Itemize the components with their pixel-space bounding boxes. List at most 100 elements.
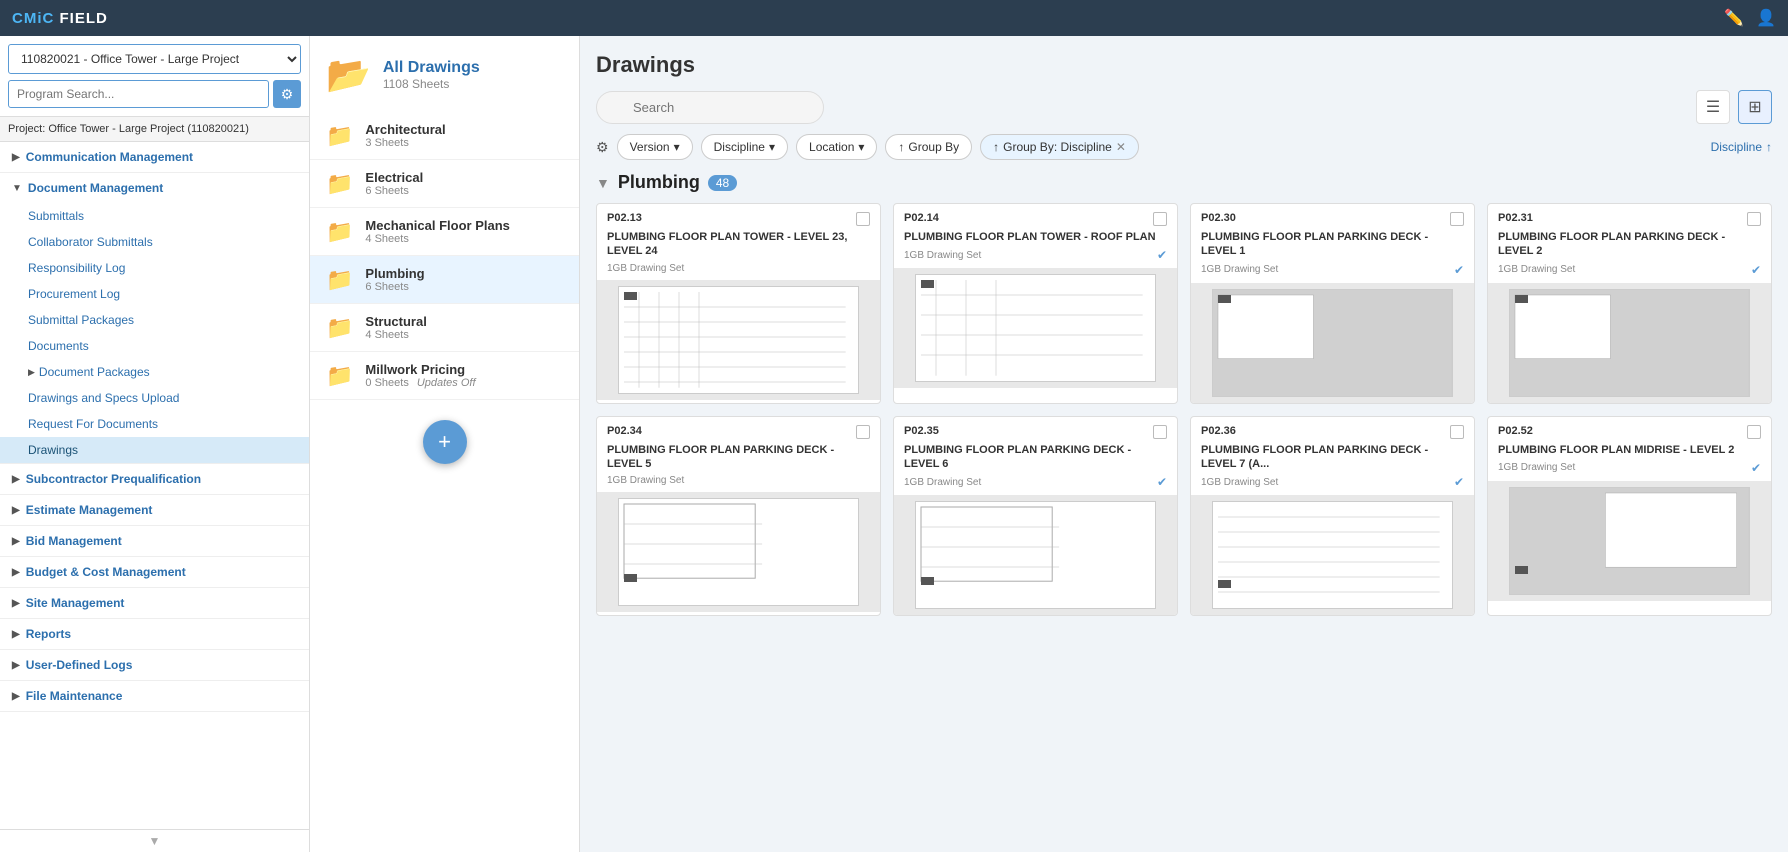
drawing-checkbox[interactable] (1153, 425, 1167, 439)
folder-count: 0 Sheets (365, 377, 408, 389)
sidebar-nav: ▶ Communication Management ▼ Document Ma… (0, 142, 309, 829)
drawing-card[interactable]: P02.14 PLUMBING FLOOR PLAN TOWER - ROOF … (893, 203, 1178, 404)
drawing-thumbnail (597, 492, 880, 612)
drawing-checkbox[interactable] (1153, 212, 1167, 226)
nav-section-budget: ▶ Budget & Cost Management (0, 557, 309, 588)
drawings-item[interactable]: Drawings (0, 437, 309, 463)
arrow-icon: ▶ (12, 691, 20, 702)
chevron-down-icon: ▾ (858, 140, 864, 154)
user-icon[interactable]: 👤 (1756, 8, 1776, 28)
document-packages-item[interactable]: ▶ Document Packages (0, 359, 309, 385)
search-input[interactable] (596, 91, 824, 124)
drawing-card[interactable]: P02.34 PLUMBING FLOOR PLAN PARKING DECK … (596, 416, 881, 617)
drawing-set: 1GB Drawing Set (607, 475, 684, 486)
drawing-card[interactable]: P02.52 PLUMBING FLOOR PLAN MIDRISE - LEV… (1487, 416, 1772, 617)
location-filter-button[interactable]: Location ▾ (796, 134, 877, 160)
drawing-checkbox[interactable] (1450, 425, 1464, 439)
drawing-checkbox[interactable] (1450, 212, 1464, 226)
drawing-card[interactable]: P02.31 PLUMBING FLOOR PLAN PARKING DECK … (1487, 203, 1772, 404)
verified-icon: ✔ (1751, 461, 1761, 475)
nav-section-reports: ▶ Reports (0, 619, 309, 650)
drawing-thumbnail (1191, 495, 1474, 615)
verified-icon: ✔ (1157, 248, 1167, 262)
sidebar-item-label: Estimate Management (26, 503, 153, 517)
documents-item[interactable]: Documents (0, 333, 309, 359)
discipline-sort-button[interactable]: Discipline ↑ (1711, 140, 1772, 154)
remove-group-by-icon[interactable]: ✕ (1116, 140, 1126, 154)
sidebar-item-reports[interactable]: ▶ Reports (0, 619, 309, 649)
drawing-code: P02.14 (904, 212, 939, 224)
list-view-button[interactable]: ☰ (1696, 90, 1730, 124)
folder-icon: 📁 (326, 171, 353, 197)
sidebar-header: 110820021 - Office Tower - Large Project… (0, 36, 309, 117)
drawing-card-header: P02.31 (1488, 204, 1771, 230)
drawing-set: 1GB Drawing Set (904, 250, 981, 261)
version-filter-button[interactable]: Version ▾ (617, 134, 693, 160)
all-drawings-header[interactable]: 📂 All Drawings 1108 Sheets (310, 44, 579, 112)
folder-icon: 📁 (326, 123, 353, 149)
folder-icon: 📁 (326, 267, 353, 293)
procurement-log-item[interactable]: Procurement Log (0, 281, 309, 307)
drawings-specs-upload-item[interactable]: Drawings and Specs Upload (0, 385, 309, 411)
drawing-checkbox[interactable] (856, 425, 870, 439)
settings-button[interactable]: ⚙ (273, 80, 301, 108)
folder-plumbing[interactable]: 📁 Plumbing 6 Sheets (310, 256, 579, 304)
sidebar-item-file-maintenance[interactable]: ▶ File Maintenance (0, 681, 309, 711)
nav-section-bid: ▶ Bid Management (0, 526, 309, 557)
sidebar-item-site[interactable]: ▶ Site Management (0, 588, 309, 618)
grid-view-button[interactable]: ⊞ (1738, 90, 1772, 124)
folder-millwork[interactable]: 📁 Millwork Pricing 0 Sheets Updates Off (310, 352, 579, 400)
folder-name: Electrical (365, 170, 423, 185)
drawing-meta: 1GB Drawing Set ✔ (894, 246, 1177, 268)
drawing-name: PLUMBING FLOOR PLAN PARKING DECK - LEVEL… (1191, 443, 1474, 474)
verified-icon: ✔ (1454, 475, 1464, 489)
sidebar-item-communication[interactable]: ▶ Communication Management (0, 142, 309, 172)
sidebar-item-estimate[interactable]: ▶ Estimate Management (0, 495, 309, 525)
nav-section-subcontractor: ▶ Subcontractor Prequalification (0, 464, 309, 495)
sidebar-footer: ▼ (0, 829, 309, 852)
sidebar-item-label: Site Management (26, 596, 125, 610)
drawing-name: PLUMBING FLOOR PLAN PARKING DECK - LEVEL… (1488, 230, 1771, 261)
drawing-card[interactable]: P02.30 PLUMBING FLOOR PLAN PARKING DECK … (1190, 203, 1475, 404)
collaborator-submittals-item[interactable]: Collaborator Submittals (0, 229, 309, 255)
responsibility-log-item[interactable]: Responsibility Log (0, 255, 309, 281)
search-wrap: 🔍 (596, 91, 1688, 124)
filter-row: ⚙ Version ▾ Discipline ▾ Location ▾ ↑ Gr… (596, 134, 1772, 160)
request-for-documents-item[interactable]: Request For Documents (0, 411, 309, 437)
sidebar-item-label: User-Defined Logs (26, 658, 133, 672)
page-title: Drawings (596, 52, 1772, 78)
drawing-checkbox[interactable] (1747, 425, 1761, 439)
arrow-icon: ▼ (12, 183, 22, 194)
sidebar-item-budget[interactable]: ▶ Budget & Cost Management (0, 557, 309, 587)
drawing-card-header: P02.30 (1191, 204, 1474, 230)
collapse-group-icon[interactable]: ▼ (596, 175, 610, 191)
sidebar-item-bid[interactable]: ▶ Bid Management (0, 526, 309, 556)
drawing-card[interactable]: P02.35 PLUMBING FLOOR PLAN PARKING DECK … (893, 416, 1178, 617)
edit-icon[interactable]: ✏️ (1724, 8, 1744, 28)
sidebar-item-user-logs[interactable]: ▶ User-Defined Logs (0, 650, 309, 680)
sidebar-item-label: Subcontractor Prequalification (26, 472, 201, 486)
sidebar-item-document[interactable]: ▼ Document Management (0, 173, 309, 203)
folder-name: Mechanical Floor Plans (365, 218, 510, 233)
drawing-card[interactable]: P02.36 PLUMBING FLOOR PLAN PARKING DECK … (1190, 416, 1475, 617)
arrow-icon: ▶ (12, 536, 20, 547)
project-dropdown[interactable]: 110820021 - Office Tower - Large Project (8, 44, 301, 74)
folder-structural[interactable]: 📁 Structural 4 Sheets (310, 304, 579, 352)
drawing-card[interactable]: P02.13 PLUMBING FLOOR PLAN TOWER - LEVEL… (596, 203, 881, 404)
folder-mechanical[interactable]: 📁 Mechanical Floor Plans 4 Sheets (310, 208, 579, 256)
group-by-button[interactable]: ↑ Group By (885, 134, 972, 160)
program-search-input[interactable] (8, 80, 269, 108)
topbar-icons: ✏️ 👤 (1724, 8, 1776, 28)
drawing-checkbox[interactable] (856, 212, 870, 226)
submittal-packages-item[interactable]: Submittal Packages (0, 307, 309, 333)
folder-panel: 📂 All Drawings 1108 Sheets 📁 Architectur… (310, 36, 580, 852)
folder-architectural[interactable]: 📁 Architectural 3 Sheets (310, 112, 579, 160)
submittals-item[interactable]: Submittals (0, 203, 309, 229)
sidebar-item-subcontractor[interactable]: ▶ Subcontractor Prequalification (0, 464, 309, 494)
add-drawing-button[interactable]: + (423, 420, 467, 464)
sidebar-item-label: Document Management (28, 181, 163, 195)
verified-icon: ✔ (1157, 475, 1167, 489)
drawing-checkbox[interactable] (1747, 212, 1761, 226)
discipline-filter-button[interactable]: Discipline ▾ (701, 134, 788, 160)
folder-electrical[interactable]: 📁 Electrical 6 Sheets (310, 160, 579, 208)
